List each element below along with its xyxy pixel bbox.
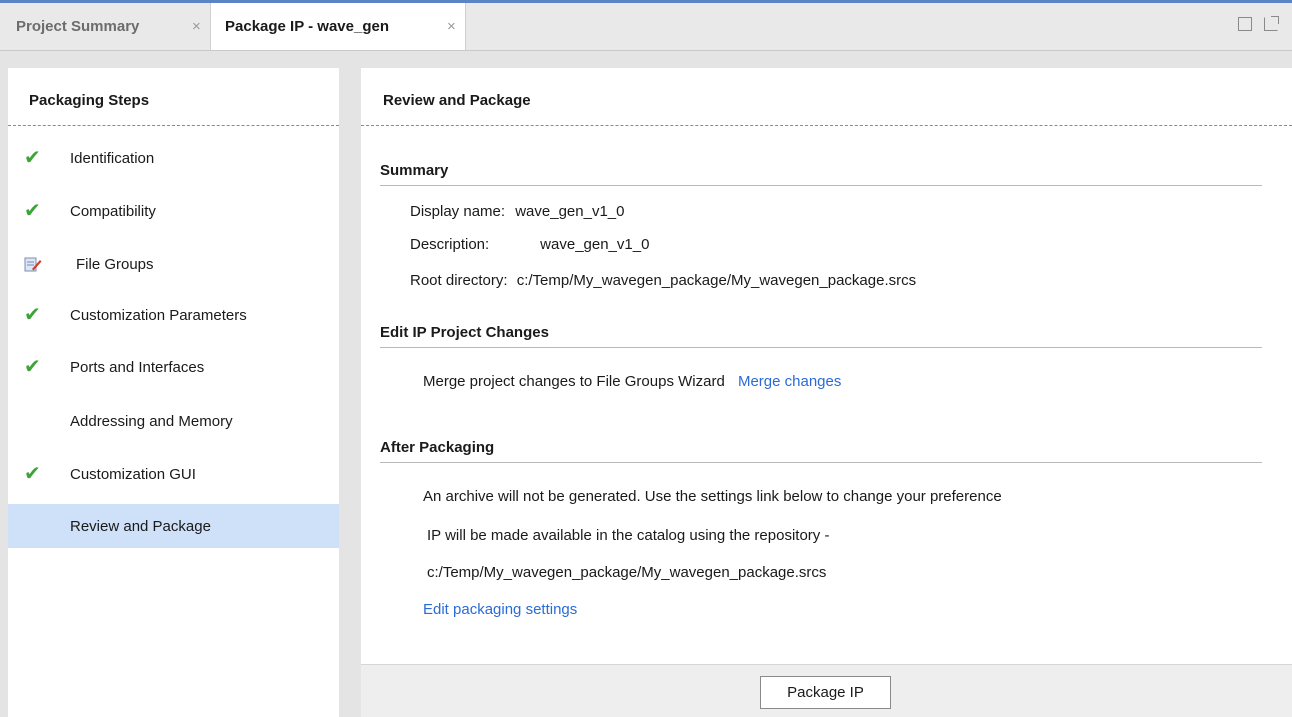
display-name-label: Display name: <box>410 203 506 220</box>
step-label: Ports and Interfaces <box>70 358 205 376</box>
after-packaging-heading: After Packaging <box>380 439 1262 463</box>
root-directory-value: c:/Temp/My_wavegen_package/My_wavegen_pa… <box>516 272 917 289</box>
float-icon[interactable] <box>1264 16 1279 31</box>
close-icon[interactable]: × <box>447 18 456 35</box>
step-label: File Groups <box>76 255 154 273</box>
tab-project-summary[interactable]: Project Summary × <box>0 3 210 50</box>
repository-path: c:/Temp/My_wavegen_package/My_wavegen_pa… <box>427 564 827 581</box>
tab-project-summary-label: Project Summary <box>16 18 140 35</box>
packaging-steps-title: Packaging Steps <box>29 92 150 109</box>
checkmark-icon: ✔ <box>24 356 41 378</box>
step-ports-and-interfaces[interactable]: ✔ Ports and Interfaces <box>8 345 339 389</box>
step-label: Addressing and Memory <box>70 412 233 430</box>
step-label: Review and Package <box>70 517 211 535</box>
root-directory-row: Root directory: c:/Temp/My_wavegen_packa… <box>410 272 916 289</box>
description-value: wave_gen_v1_0 <box>540 236 650 253</box>
step-label: Customization GUI <box>70 465 196 483</box>
description-label: Description: <box>410 236 490 253</box>
root-directory-label: Root directory: <box>410 272 508 289</box>
step-label: Compatibility <box>70 202 156 220</box>
catalog-note: IP will be made available in the catalog… <box>427 527 830 544</box>
step-file-groups[interactable]: File Groups <box>8 242 339 286</box>
review-and-package-pane: Review and Package Summary Display name:… <box>361 68 1292 717</box>
step-identification[interactable]: ✔ Identification <box>8 136 339 180</box>
tab-package-ip-label: Package IP - wave_gen <box>225 18 389 35</box>
summary-heading: Summary <box>380 162 1262 186</box>
close-icon[interactable]: × <box>192 18 201 35</box>
tab-package-ip[interactable]: Package IP - wave_gen × <box>210 3 466 50</box>
checkmark-icon: ✔ <box>24 463 41 485</box>
step-label: Customization Parameters <box>70 306 247 324</box>
description-row: Description: wave_gen_v1_0 <box>410 236 649 253</box>
step-compatibility[interactable]: ✔ Compatibility <box>8 189 339 233</box>
merge-changes-text: Merge project changes to File Groups Wiz… <box>423 373 725 390</box>
divider <box>8 125 339 126</box>
window-controls <box>1238 16 1279 31</box>
editor-tab-bar: Project Summary × Package IP - wave_gen … <box>0 0 1292 51</box>
pane-title: Review and Package <box>383 92 531 109</box>
step-customization-parameters[interactable]: ✔ Customization Parameters <box>8 293 339 337</box>
step-label: Identification <box>70 149 155 167</box>
checkmark-icon: ✔ <box>24 147 41 169</box>
merge-changes-link[interactable]: Merge changes <box>738 373 841 390</box>
step-customization-gui[interactable]: ✔ Customization GUI <box>8 452 339 496</box>
step-review-and-package[interactable]: Review and Package <box>8 504 339 548</box>
checkmark-icon: ✔ <box>24 200 41 222</box>
edit-ip-changes-heading: Edit IP Project Changes <box>380 324 1262 348</box>
packaging-steps-pane: Packaging Steps ✔ Identification ✔ Compa… <box>8 68 339 717</box>
archive-note: An archive will not be generated. Use th… <box>423 488 1002 505</box>
edit-packaging-settings-link[interactable]: Edit packaging settings <box>423 601 577 618</box>
footer-bar: Package IP <box>361 664 1292 717</box>
package-ip-button[interactable]: Package IP <box>760 676 891 709</box>
divider <box>361 125 1292 126</box>
merge-changes-row: Merge project changes to File Groups Wiz… <box>423 373 841 390</box>
maximize-icon[interactable] <box>1238 17 1252 31</box>
edit-document-icon <box>24 257 42 272</box>
display-name-row: Display name: wave_gen_v1_0 <box>410 203 624 220</box>
checkmark-icon: ✔ <box>24 304 41 326</box>
display-name-value: wave_gen_v1_0 <box>515 203 625 220</box>
pane-splitter[interactable] <box>345 68 355 717</box>
step-addressing-and-memory[interactable]: Addressing and Memory <box>8 399 339 443</box>
